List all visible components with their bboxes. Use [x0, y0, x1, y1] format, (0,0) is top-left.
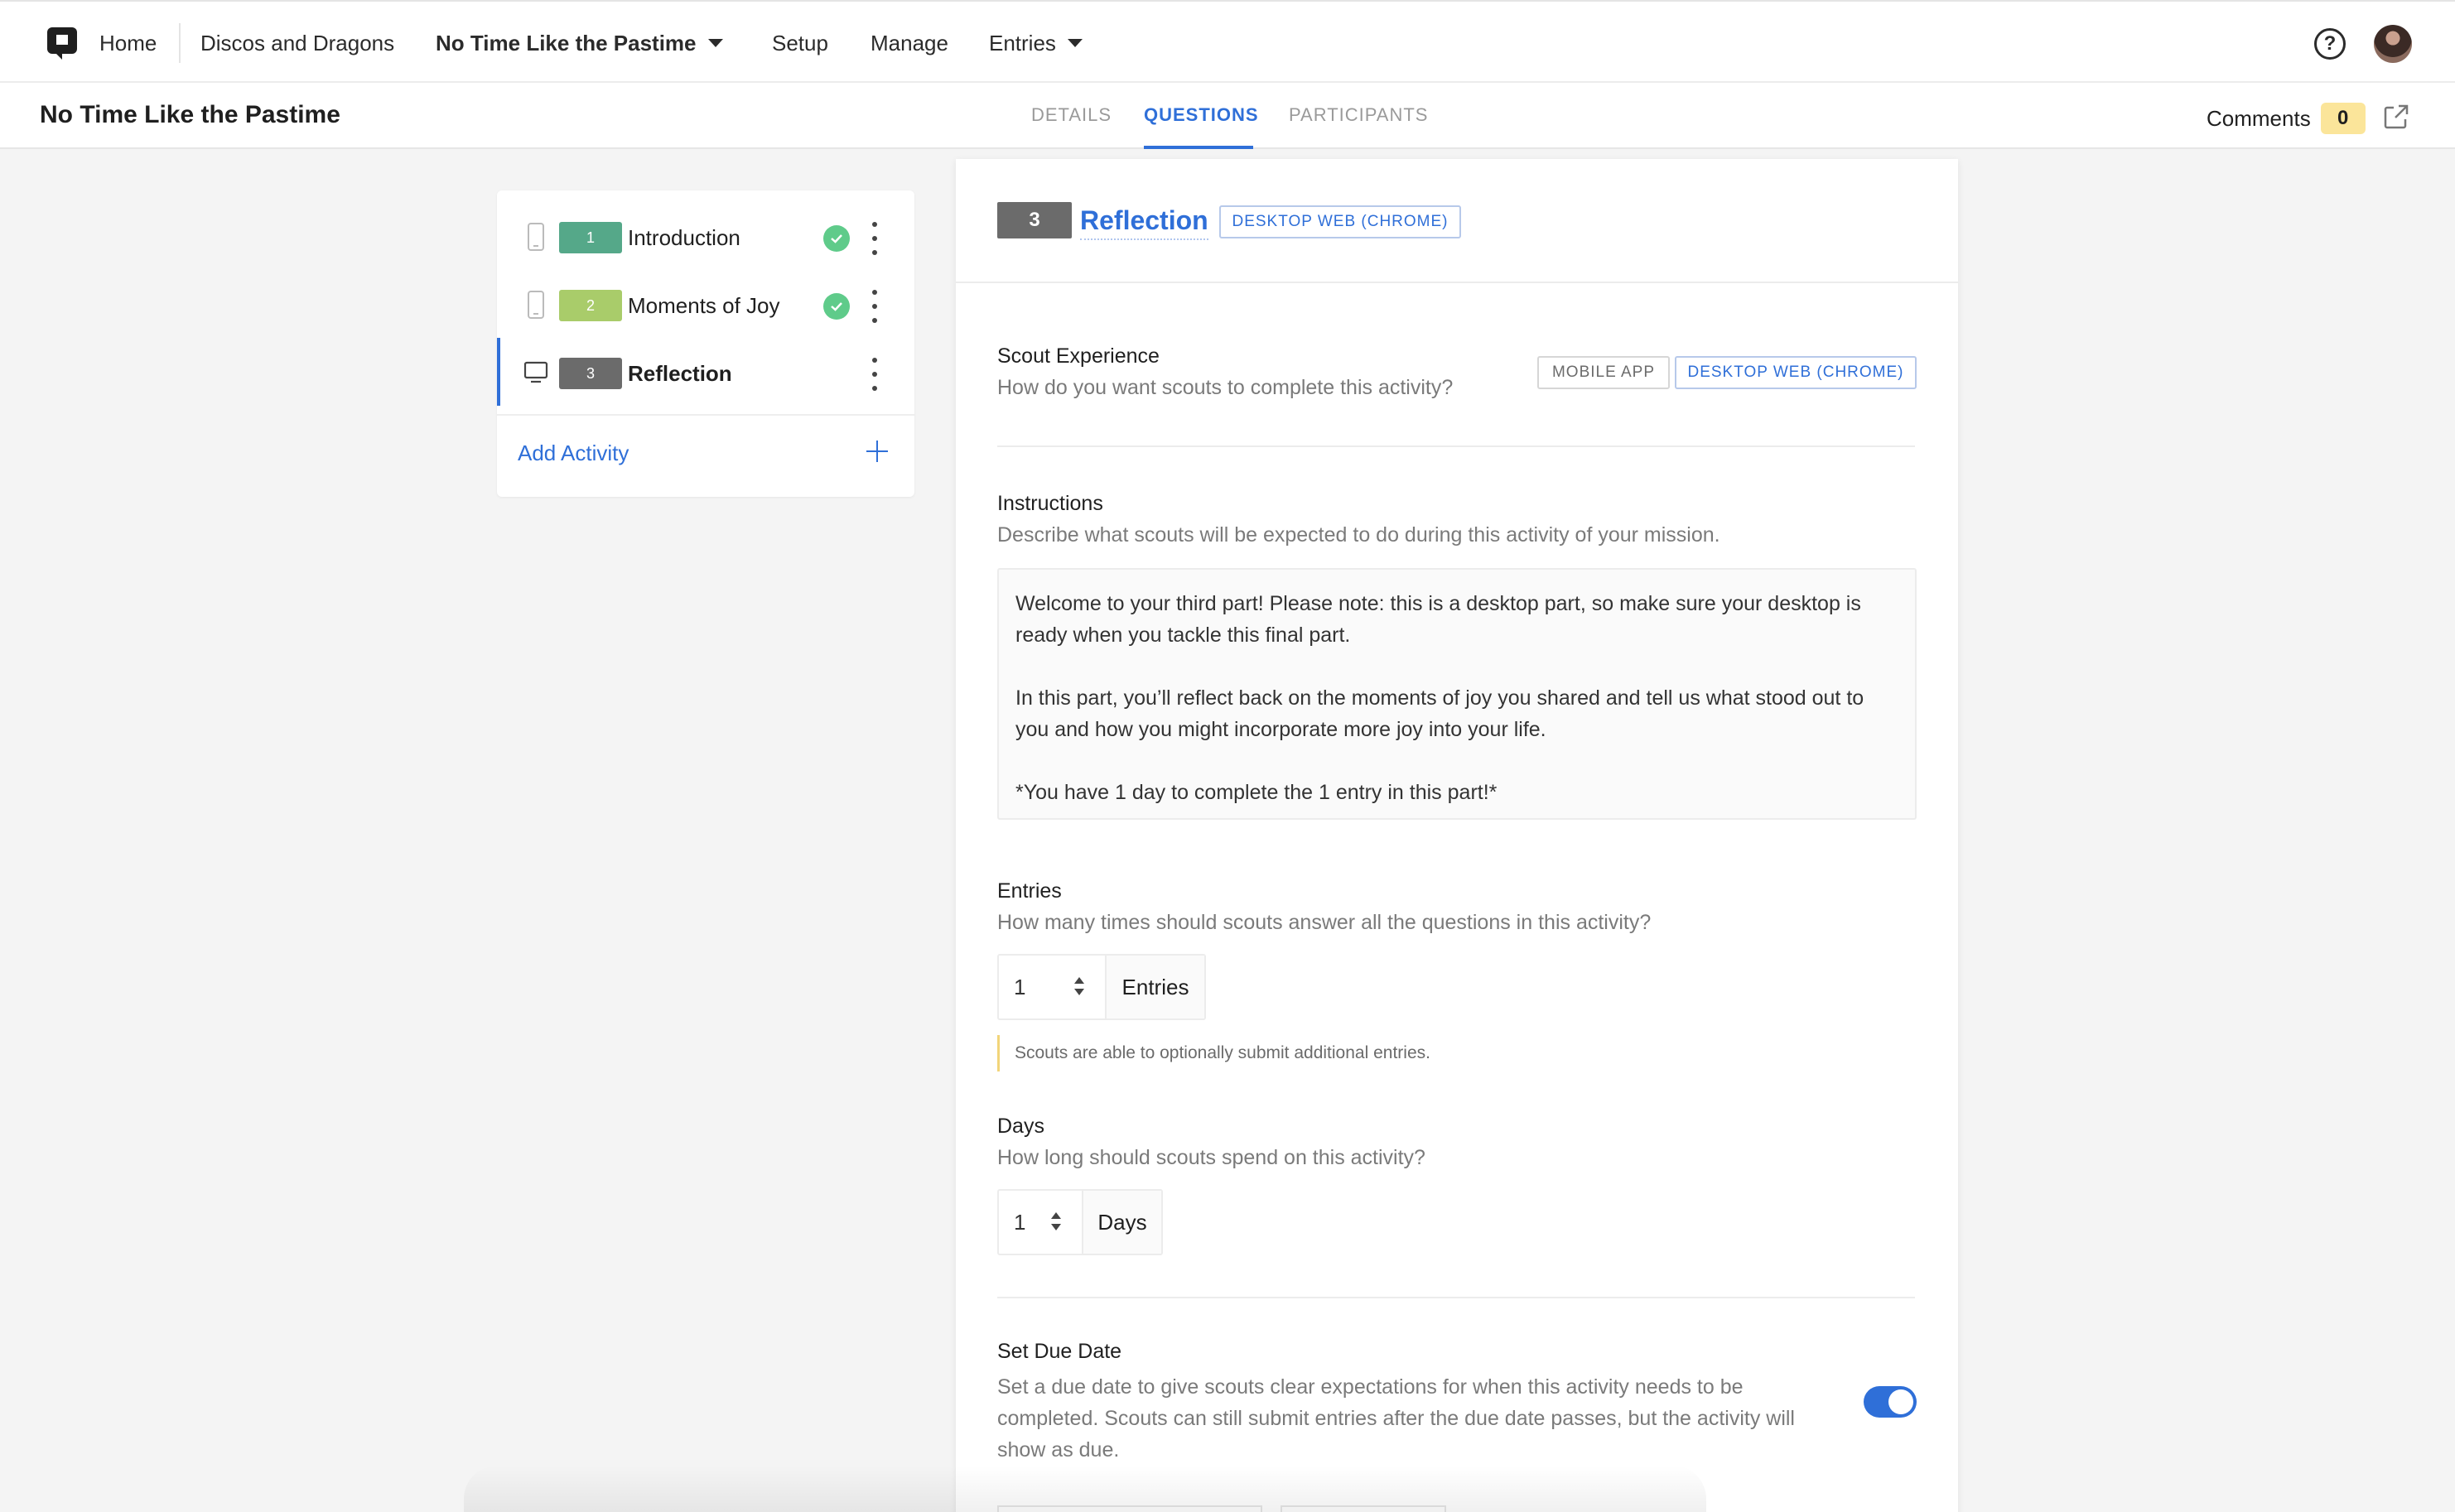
platform-badge: DESKTOP WEB (CHROME) [1219, 205, 1461, 238]
activity-number-badge: 2 [559, 290, 622, 321]
entries-note: Scouts are able to optionally submit add… [997, 1035, 1430, 1071]
days-label: Days [997, 1115, 1044, 1138]
more-vertical-icon[interactable] [868, 290, 881, 323]
instructions-paragraph: *You have 1 day to complete the 1 entry … [1015, 781, 1498, 804]
nav-home[interactable]: Home [99, 2, 157, 84]
nav-setup[interactable]: Setup [772, 2, 828, 86]
days-value: 1 [1014, 1209, 1026, 1235]
entries-label: Entries [997, 879, 1062, 903]
activity-item-reflection[interactable]: 3 Reflection [497, 338, 914, 406]
instructions-description: Describe what scouts will be expected to… [997, 523, 1720, 547]
activity-label: Moments of Joy [628, 293, 780, 318]
scout-experience-label: Scout Experience [997, 344, 1160, 368]
nav-divider [179, 23, 181, 63]
top-navigation: Home Discos and Dragons No Time Like the… [0, 0, 2455, 86]
activity-header: 3 Reflection DESKTOP WEB (CHROME) [956, 159, 1958, 283]
sub-header: No Time Like the Pastime DETAILS QUESTIO… [0, 83, 2455, 149]
tab-active-indicator [1144, 146, 1253, 149]
comments-label: Comments [2207, 105, 2311, 131]
due-date-label: Set Due Date [997, 1340, 1122, 1363]
share-icon[interactable] [2382, 103, 2410, 131]
comments-count-badge: 0 [2320, 103, 2366, 134]
entries-description: How many times should scouts answer all … [997, 911, 1652, 934]
add-activity-button[interactable]: Add Activity [518, 441, 629, 466]
divider [497, 414, 914, 416]
activity-list: 1 Introduction 2 Moments of Joy 3 Reflec… [497, 190, 914, 497]
due-date-toggle[interactable] [1864, 1386, 1917, 1418]
nav-project[interactable]: Discos and Dragons [200, 2, 394, 84]
avatar[interactable] [2374, 25, 2412, 63]
tab-participants[interactable]: PARTICIPANTS [1289, 104, 1428, 126]
chevron-down-icon [1067, 39, 1083, 47]
days-description: How long should scouts spend on this act… [997, 1146, 1425, 1169]
desktop-web-option[interactable]: DESKTOP WEB (CHROME) [1675, 356, 1917, 389]
comments-button[interactable]: Comments 0 [2207, 103, 2366, 134]
entries-value-input[interactable]: 1 [999, 956, 1105, 1018]
nav-setup-label: Setup [772, 30, 828, 55]
instructions-textarea[interactable]: Welcome to your third part! Please note:… [997, 568, 1917, 820]
days-value-input[interactable]: 1 [999, 1191, 1082, 1254]
entries-value: 1 [1014, 974, 1026, 999]
nav-manage[interactable]: Manage [871, 2, 948, 84]
due-date-description: Set a due date to give scouts clear expe… [997, 1375, 1795, 1461]
check-circle-icon [823, 225, 850, 252]
nav-entries-label: Entries [989, 30, 1056, 55]
mobile-app-option[interactable]: MOBILE APP [1537, 356, 1670, 389]
stepper-arrows-icon[interactable] [1073, 975, 1085, 999]
activity-item-introduction[interactable]: 1 Introduction [497, 202, 914, 270]
instructions-paragraph: In this part, you’ll reflect back on the… [1015, 686, 1864, 741]
activity-editor: 3 Reflection DESKTOP WEB (CHROME) Scout … [956, 159, 1958, 1512]
more-vertical-icon[interactable] [868, 358, 881, 391]
divider [997, 1297, 1915, 1298]
chevron-down-icon [707, 39, 723, 47]
activity-title[interactable]: Reflection [1080, 202, 1208, 240]
nav-entries-dropdown[interactable]: Entries [989, 2, 1083, 84]
days-stepper[interactable]: 1 Days [997, 1189, 1163, 1255]
entries-stepper[interactable]: 1 Entries [997, 954, 1206, 1020]
instructions-paragraph: Welcome to your third part! Please note:… [1015, 592, 1861, 647]
mobile-icon [528, 291, 544, 319]
check-circle-icon [823, 293, 850, 320]
mobile-icon [528, 223, 544, 251]
activity-label: Reflection [628, 361, 732, 386]
activity-label: Introduction [628, 225, 740, 250]
help-icon[interactable]: ? [2314, 28, 2346, 60]
scout-experience-description: How do you want scouts to complete this … [997, 376, 1454, 399]
desktop-icon [523, 361, 548, 383]
app-logo-icon[interactable] [46, 26, 78, 60]
page-title: No Time Like the Pastime [40, 101, 340, 128]
divider [997, 445, 1915, 447]
days-unit-label: Days [1082, 1191, 1161, 1254]
tab-questions[interactable]: QUESTIONS [1144, 104, 1259, 126]
stepper-arrows-icon[interactable] [1050, 1211, 1062, 1234]
activity-number-badge: 3 [559, 358, 622, 389]
nav-mission-label: No Time Like the Pastime [436, 30, 697, 55]
more-vertical-icon[interactable] [868, 222, 881, 255]
tab-details[interactable]: DETAILS [1031, 104, 1112, 126]
instructions-label: Instructions [997, 492, 1103, 515]
entries-unit-label: Entries [1105, 956, 1204, 1018]
window-shadow [464, 1466, 1706, 1512]
activity-number-badge: 1 [559, 222, 622, 253]
activity-number-badge: 3 [997, 202, 1072, 238]
plus-icon[interactable] [865, 439, 890, 464]
nav-mission-dropdown[interactable]: No Time Like the Pastime [436, 2, 723, 84]
activity-item-moments-of-joy[interactable]: 2 Moments of Joy [497, 270, 914, 338]
